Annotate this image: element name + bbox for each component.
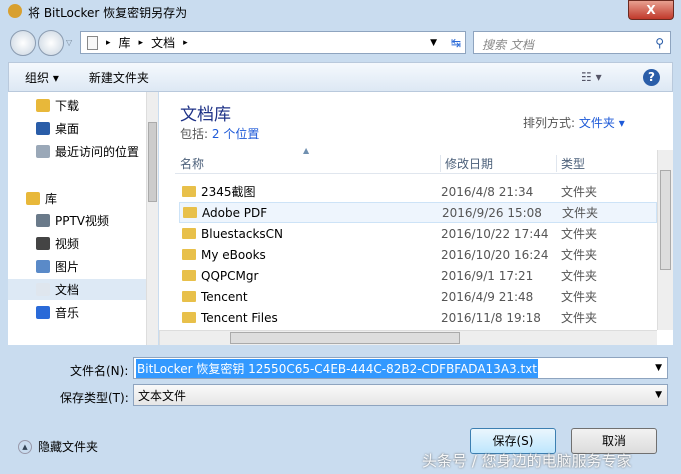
file-row[interactable]: 2345截图 2016/4/8 21:34 文件夹 [179, 181, 657, 202]
sidebar-item[interactable]: PPTV视频 [8, 210, 146, 231]
folder-icon [182, 291, 196, 302]
column-type[interactable]: 类型 [556, 155, 585, 172]
file-row[interactable]: Tencent Files 2016/11/8 19:18 文件夹 [179, 307, 657, 328]
file-row[interactable]: QQPCMgr 2016/9/1 17:21 文件夹 [179, 265, 657, 286]
organize-button[interactable]: 组织 ▾ [25, 69, 59, 86]
breadcrumb-library[interactable]: 库 [119, 34, 131, 51]
folder-icon [87, 35, 98, 50]
video-library-icon [36, 214, 50, 227]
app-icon [8, 4, 22, 18]
address-dropdown-icon[interactable]: ▼ [430, 38, 437, 48]
video-icon [36, 237, 50, 250]
folder-icon [182, 312, 196, 323]
new-folder-button[interactable]: 新建文件夹 [89, 69, 149, 86]
file-row[interactable]: My eBooks 2016/10/20 16:24 文件夹 [179, 244, 657, 265]
forward-button[interactable] [38, 30, 64, 56]
save-type-dropdown-icon[interactable]: ▼ [655, 390, 662, 400]
file-row[interactable]: Adobe PDF 2016/9/26 15:08 文件夹 [179, 202, 657, 223]
filename-input[interactable]: BitLocker 恢复密钥 12550C65-C4EB-444C-82B2-C… [133, 357, 668, 379]
sidebar-item[interactable]: 库 [8, 188, 146, 209]
search-input[interactable]: 搜索 文档 ⚲ [473, 31, 671, 54]
save-type-select[interactable]: 文本文件 ▼ [133, 384, 668, 406]
column-name[interactable]: 名称 [180, 155, 204, 172]
folder-icon [182, 228, 196, 239]
chevron-up-icon: ▲ [18, 439, 32, 454]
close-button[interactable]: X [628, 0, 674, 20]
music-icon [36, 306, 50, 319]
sidebar-item[interactable]: 桌面 [8, 118, 146, 139]
breadcrumb-documents[interactable]: 文档 [151, 34, 175, 51]
sidebar-item[interactable]: 音乐 [8, 302, 146, 323]
library-title: 文档库 [180, 105, 231, 125]
column-headers: 名称 ▲ 修改日期 类型 [175, 146, 657, 174]
file-row[interactable]: BluestacksCN 2016/10/22 17:44 文件夹 [179, 223, 657, 244]
navigation-pane: 下载 桌面 最近访问的位置库 PPTV视频 视频 图片 文档 音乐 [8, 92, 158, 345]
sidebar-item[interactable]: 最近访问的位置 [8, 141, 146, 162]
column-date[interactable]: 修改日期 [440, 155, 493, 172]
search-icon[interactable]: ⚲ [655, 36, 664, 50]
download-folder-icon [36, 99, 50, 112]
folder-icon [183, 207, 197, 218]
file-list-pane: 文档库 包括: 2 个位置 排列方式: 文件夹 ▾ 名称 ▲ 修改日期 类型 2… [159, 92, 673, 345]
nav-scrollbar[interactable] [146, 92, 158, 345]
sidebar-item[interactable]: 视频 [8, 233, 146, 254]
vertical-scrollbar[interactable] [657, 150, 673, 330]
save-type-label: 保存类型(T): [60, 391, 129, 405]
back-button[interactable] [10, 30, 36, 56]
filename-label: 文件名(N): [70, 364, 129, 378]
filename-dropdown-icon[interactable]: ▼ [655, 363, 662, 373]
refresh-icon[interactable]: ↹ [451, 36, 461, 50]
desktop-icon [36, 122, 50, 135]
watermark: 头条号 / 您身边的电脑服务专家 [422, 452, 632, 470]
folder-icon [182, 270, 196, 281]
hide-folders-toggle[interactable]: ▲ 隐藏文件夹 [18, 438, 98, 455]
sidebar-item[interactable]: 下载 [8, 95, 146, 116]
folder-icon [182, 249, 196, 260]
includes-locations-link[interactable]: 2 个位置 [212, 127, 259, 141]
file-row[interactable]: Tencent 2016/4/9 21:48 文件夹 [179, 286, 657, 307]
help-icon[interactable]: ? [643, 68, 660, 86]
sidebar-item[interactable]: 文档 [8, 279, 146, 300]
library-icon [26, 192, 40, 205]
window-title: 将 BitLocker 恢复密钥另存为 [28, 6, 188, 20]
documents-icon [36, 283, 50, 296]
arrange-by-dropdown[interactable]: 文件夹 ▾ [579, 116, 625, 130]
address-bar[interactable]: ▸ 库 ▸ 文档 ▸ ▼ ↹ [80, 31, 466, 54]
pictures-icon [36, 260, 50, 273]
recent-places-icon [36, 145, 50, 158]
sidebar-item[interactable]: 图片 [8, 256, 146, 277]
view-options-icon[interactable]: ☷ ▾ [581, 70, 602, 84]
toolbar: 组织 ▾ 新建文件夹 ☷ ▾ ? [8, 62, 673, 92]
horizontal-scrollbar[interactable] [159, 330, 657, 345]
folder-icon [182, 186, 196, 197]
recent-pages-icon[interactable]: ▽ [66, 38, 72, 47]
